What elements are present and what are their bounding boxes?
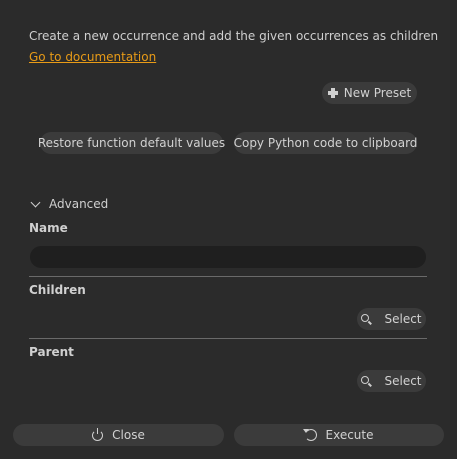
- search-icon: [361, 375, 372, 387]
- advanced-label: Advanced: [49, 197, 109, 211]
- execute-button[interactable]: Execute: [234, 424, 444, 446]
- documentation-link[interactable]: Go to documentation: [29, 50, 156, 64]
- execute-label: Execute: [325, 428, 374, 442]
- name-field-label: Name: [29, 221, 68, 235]
- chevron-down-icon: [30, 197, 41, 208]
- power-icon: [92, 427, 104, 441]
- divider: [29, 338, 427, 339]
- restore-defaults-label: Restore function default values: [37, 136, 226, 150]
- copy-python-label: Copy Python code to clipboard: [233, 136, 418, 150]
- children-field-label: Children: [29, 283, 86, 297]
- new-preset-label: New Preset: [343, 86, 412, 100]
- parent-select-label: Select: [384, 374, 422, 388]
- function-description: Create a new occurrence and add the give…: [29, 29, 439, 43]
- search-icon: [361, 313, 372, 325]
- close-button[interactable]: Close: [13, 424, 224, 446]
- close-label: Close: [112, 428, 145, 442]
- new-preset-button[interactable]: New Preset: [322, 82, 417, 104]
- divider: [29, 276, 427, 277]
- plus-icon: [327, 88, 338, 98]
- parent-select-button[interactable]: Select: [357, 370, 426, 392]
- advanced-section-toggle[interactable]: Advanced: [30, 197, 108, 211]
- copy-python-button[interactable]: Copy Python code to clipboard: [234, 132, 417, 154]
- children-select-label: Select: [384, 312, 422, 326]
- name-input[interactable]: [30, 246, 426, 268]
- parent-field-label: Parent: [29, 345, 74, 359]
- restore-defaults-button[interactable]: Restore function default values: [37, 132, 226, 154]
- refresh-icon: [302, 429, 317, 441]
- children-select-button[interactable]: Select: [357, 308, 426, 330]
